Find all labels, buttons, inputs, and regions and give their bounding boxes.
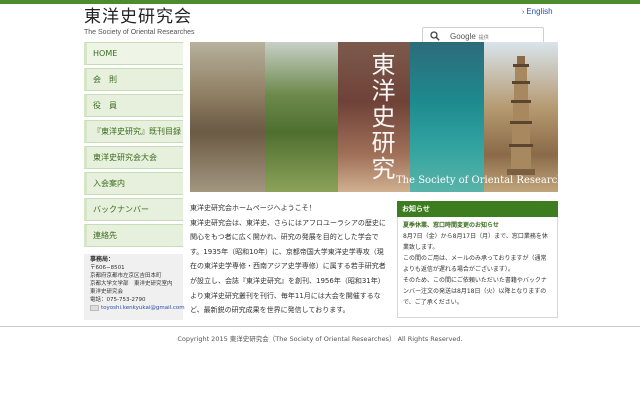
sidebar-item-contact[interactable]: 連絡先 [84, 224, 183, 247]
news-item-text: 8月7日（金）から8月17日（月）まで、窓口業務を休業致します。 この間のご用は… [403, 233, 548, 306]
footer-divider [0, 326, 640, 327]
top-accent-bar [0, 0, 640, 4]
site-title: 東洋史研究会 [84, 7, 192, 27]
hero-panel-hanging-temple [190, 42, 265, 192]
sidebar-item-back-numbers[interactable]: バックナンバー [84, 198, 183, 221]
intro-text: 東洋史研究会ホームページへようこそ！ 東洋史研究会は、東洋史、さらにはアフロユー… [190, 204, 386, 315]
site-subtitle: The Society of Oriental Researches [84, 29, 195, 36]
site-logo[interactable]: 東洋史研究会 The Society of Oriental Researche… [84, 7, 195, 37]
english-link[interactable]: › English [522, 7, 553, 16]
news-panel: お知らせ 夏季休業、窓口時間変更のお知らせ 8月7日（金）から8月17日（月）ま… [397, 201, 558, 318]
search-provided-by: 提供 [478, 35, 489, 41]
hero-caption: The Society of Oriental Researches [396, 175, 558, 186]
office-address: 事務局： 〒606−8501 京都府京都市左京区吉田本町 京都大学文学部 東洋史… [84, 254, 185, 320]
search-icon [430, 31, 440, 41]
search-placeholder: Google 提供 [450, 32, 489, 41]
hero-calligraphy: 東洋史研究 [367, 52, 395, 182]
news-item-title[interactable]: 夏季休業、窓口時間変更のお知らせ [403, 221, 552, 231]
hero-banner: 東洋史研究 The Society of Oriental Researches [190, 42, 558, 192]
office-postal: 〒606−8501 [90, 265, 125, 271]
office-phone: 電話：075-753-2790 [90, 297, 146, 303]
english-link-label: English [526, 7, 553, 16]
office-email-link[interactable]: toyoshi.kenkyukai@gmail.com [90, 304, 185, 313]
sidebar-item-home[interactable]: HOME [84, 42, 183, 65]
sidebar-item-officers[interactable]: 役 員 [84, 94, 183, 117]
office-title: 事務局： [90, 256, 115, 263]
office-email: toyoshi.kenkyukai@gmail.com [101, 305, 185, 311]
sidebar-item-journal-index[interactable]: 『東洋史研究』既刊目録 [84, 120, 183, 143]
sidebar-item-membership[interactable]: 入会案内 [84, 172, 183, 195]
sidebar-item-bylaws[interactable]: 会 則 [84, 68, 183, 91]
office-department: 京都大学文学部 東洋史研究室内 [90, 281, 173, 287]
intro-section: 東洋史研究会ホームページへようこそ！ 東洋史研究会は、東洋史、さらにはアフロユー… [190, 201, 390, 318]
office-org: 東洋史研究会 [90, 289, 124, 295]
footer-copyright: Copyright 2015 東洋史研究会（The Society of Ori… [177, 335, 463, 343]
news-body: 夏季休業、窓口時間変更のお知らせ 8月7日（金）から8月17日（月）まで、窓口業… [397, 217, 558, 318]
sidebar-item-conference[interactable]: 東洋史研究会大会 [84, 146, 183, 169]
news-heading: お知らせ [397, 201, 558, 217]
hero-panel-rice-terraces [265, 42, 338, 192]
office-address-line: 京都府京都市左京区吉田本町 [90, 273, 162, 279]
chevron-right-icon: › [522, 9, 525, 16]
hero-panel-canal [410, 42, 484, 192]
sidebar-nav: HOME 会 則 役 員 『東洋史研究』既刊目録 東洋史研究会大会 入会案内 バ… [84, 42, 183, 250]
mail-icon [90, 304, 99, 311]
pagoda-illustration [507, 56, 535, 175]
google-brand: Google [450, 32, 476, 41]
